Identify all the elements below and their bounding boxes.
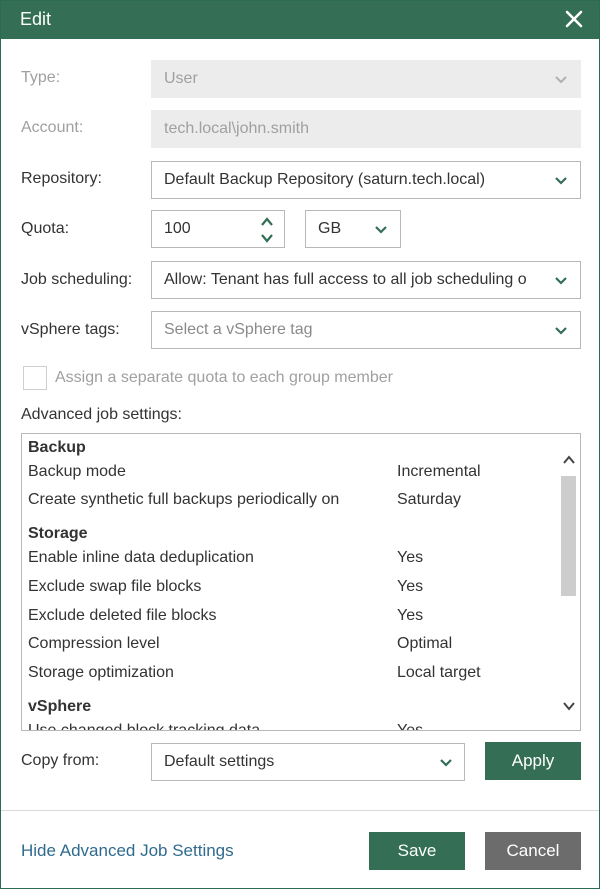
quota-label: Quota: bbox=[21, 220, 70, 237]
hide-advanced-settings-link[interactable]: Hide Advanced Job Settings bbox=[21, 841, 234, 861]
setting-name: Exclude swap file blocks bbox=[28, 578, 202, 595]
setting-name: Exclude deleted file blocks bbox=[28, 607, 217, 624]
repository-label: Repository: bbox=[21, 170, 102, 187]
close-icon[interactable] bbox=[563, 7, 585, 31]
cancel-button[interactable]: Cancel bbox=[485, 832, 581, 870]
quota-value: 100 bbox=[164, 220, 191, 237]
scrollbar-thumb[interactable] bbox=[561, 476, 576, 596]
chevron-up-icon[interactable] bbox=[260, 216, 274, 228]
repository-select[interactable]: Default Backup Repository (saturn.tech.l… bbox=[151, 161, 581, 199]
setting-value: Yes bbox=[397, 722, 424, 731]
setting-name: Storage optimization bbox=[28, 664, 174, 681]
quota-unit-select[interactable]: GB bbox=[305, 210, 401, 248]
account-field: tech.local\john.smith bbox=[151, 110, 581, 148]
setting-value: Yes bbox=[397, 549, 424, 566]
save-button[interactable]: Save bbox=[369, 832, 465, 870]
setting-value: Saturday bbox=[397, 491, 462, 508]
quota-unit-value: GB bbox=[318, 220, 342, 237]
type-label: Type: bbox=[21, 69, 61, 86]
advanced-settings-label: Advanced job settings: bbox=[21, 406, 182, 423]
chevron-down-icon[interactable] bbox=[562, 699, 576, 713]
repository-value: Default Backup Repository (saturn.tech.l… bbox=[164, 171, 486, 188]
job-scheduling-label: Job scheduling: bbox=[21, 271, 133, 288]
apply-button[interactable]: Apply bbox=[485, 742, 581, 780]
chevron-down-icon bbox=[440, 759, 452, 767]
vsphere-tags-label: vSphere tags: bbox=[21, 321, 120, 338]
copy-from-label: Copy from: bbox=[21, 752, 100, 769]
setting-value: Local target bbox=[397, 664, 481, 681]
vsphere-tags-placeholder: Select a vSphere tag bbox=[164, 321, 313, 338]
setting-name: Use changed block tracking data bbox=[28, 722, 261, 731]
chevron-down-icon bbox=[375, 226, 387, 234]
group-header-storage: Storage bbox=[28, 525, 88, 542]
quota-stepper[interactable]: 100 bbox=[151, 210, 285, 248]
setting-value: Yes bbox=[397, 607, 424, 624]
group-header-backup: Backup bbox=[28, 439, 86, 456]
scrollbar[interactable] bbox=[558, 434, 580, 730]
group-quota-label: Assign a separate quota to each group me… bbox=[55, 369, 393, 386]
vsphere-tags-select[interactable]: Select a vSphere tag bbox=[151, 311, 581, 349]
copy-from-select[interactable]: Default settings bbox=[151, 743, 465, 781]
copy-from-value: Default settings bbox=[164, 753, 275, 770]
chevron-up-icon[interactable] bbox=[562, 453, 576, 467]
job-scheduling-select[interactable]: Allow: Tenant has full access to all job… bbox=[151, 261, 581, 299]
group-header-vsphere: vSphere bbox=[28, 698, 92, 715]
chevron-down-icon bbox=[555, 76, 567, 84]
type-select: User bbox=[151, 60, 581, 98]
setting-value: Yes bbox=[397, 578, 424, 595]
setting-value: Optimal bbox=[397, 635, 453, 652]
title-bar: Edit bbox=[1, 1, 599, 39]
setting-name: Create synthetic full backups periodical… bbox=[28, 491, 340, 508]
footer-divider bbox=[1, 810, 599, 811]
setting-value: Incremental bbox=[397, 463, 481, 480]
dialog-title: Edit bbox=[20, 9, 52, 29]
account-value: tech.local\john.smith bbox=[164, 120, 309, 137]
advanced-settings-grid[interactable]: Backup Backup mode Incremental Create sy… bbox=[21, 433, 581, 731]
chevron-down-icon bbox=[555, 177, 567, 185]
job-scheduling-value: Allow: Tenant has full access to all job… bbox=[164, 271, 527, 288]
setting-name: Enable inline data deduplication bbox=[28, 549, 254, 566]
chevron-down-icon[interactable] bbox=[260, 232, 274, 244]
chevron-down-icon bbox=[555, 277, 567, 285]
account-label: Account: bbox=[21, 119, 84, 136]
setting-name: Backup mode bbox=[28, 463, 126, 480]
chevron-down-icon bbox=[555, 327, 567, 335]
setting-name: Compression level bbox=[28, 635, 160, 652]
group-quota-checkbox[interactable] bbox=[23, 366, 47, 390]
edit-dialog: Edit Type: User Account: tech.local\john… bbox=[0, 0, 600, 889]
type-value: User bbox=[164, 70, 198, 87]
